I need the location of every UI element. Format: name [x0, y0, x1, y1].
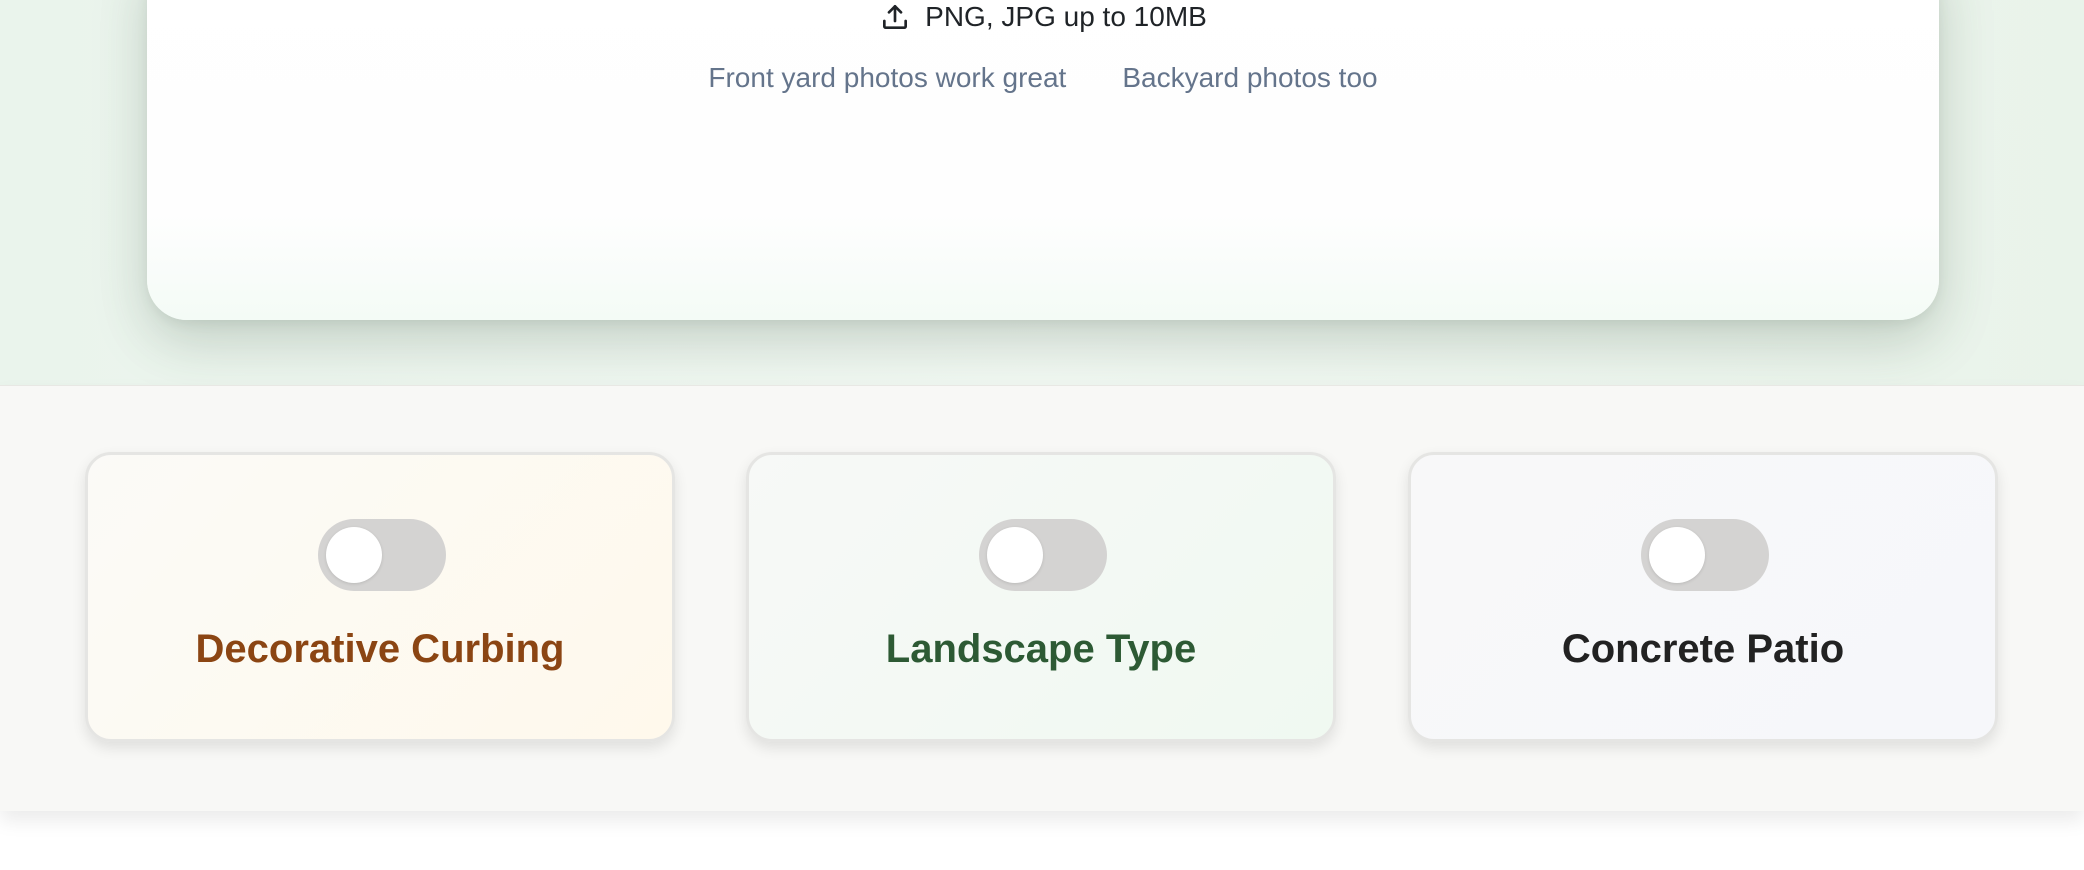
options-section: Decorative Curbing Landscape Type Concre…	[0, 385, 2084, 811]
hint-front-yard: Front yard photos work great	[708, 62, 1067, 93]
accepted-formats: PNG, JPG up to 10MB	[147, 0, 1939, 34]
toggle-knob	[987, 527, 1043, 583]
accepted-formats-text: PNG, JPG up to 10MB	[925, 1, 1207, 32]
concrete-patio-toggle[interactable]	[1641, 519, 1769, 591]
hero-section: PNG, JPG up to 10MB Front yard photos wo…	[0, 0, 2084, 385]
upload-icon	[879, 1, 911, 33]
toggle-knob	[326, 527, 382, 583]
photo-upload-dropzone[interactable]: PNG, JPG up to 10MB Front yard photos wo…	[147, 0, 1939, 320]
landscape-type-toggle[interactable]	[979, 519, 1107, 591]
hint-backyard: Backyard photos too	[1122, 62, 1378, 93]
decorative-curbing-toggle[interactable]	[318, 519, 446, 591]
option-card-concrete-patio[interactable]: Concrete Patio	[1408, 452, 1998, 742]
option-card-landscape-type[interactable]: Landscape Type	[746, 452, 1336, 742]
toggle-knob	[1649, 527, 1705, 583]
option-title-decorative-curbing: Decorative Curbing	[195, 627, 565, 671]
option-title-landscape-type: Landscape Type	[885, 627, 1197, 671]
option-card-decorative-curbing[interactable]: Decorative Curbing	[85, 452, 675, 742]
upload-hints: Front yard photos work great Backyard ph…	[147, 62, 1939, 94]
option-title-concrete-patio: Concrete Patio	[1561, 627, 1845, 671]
